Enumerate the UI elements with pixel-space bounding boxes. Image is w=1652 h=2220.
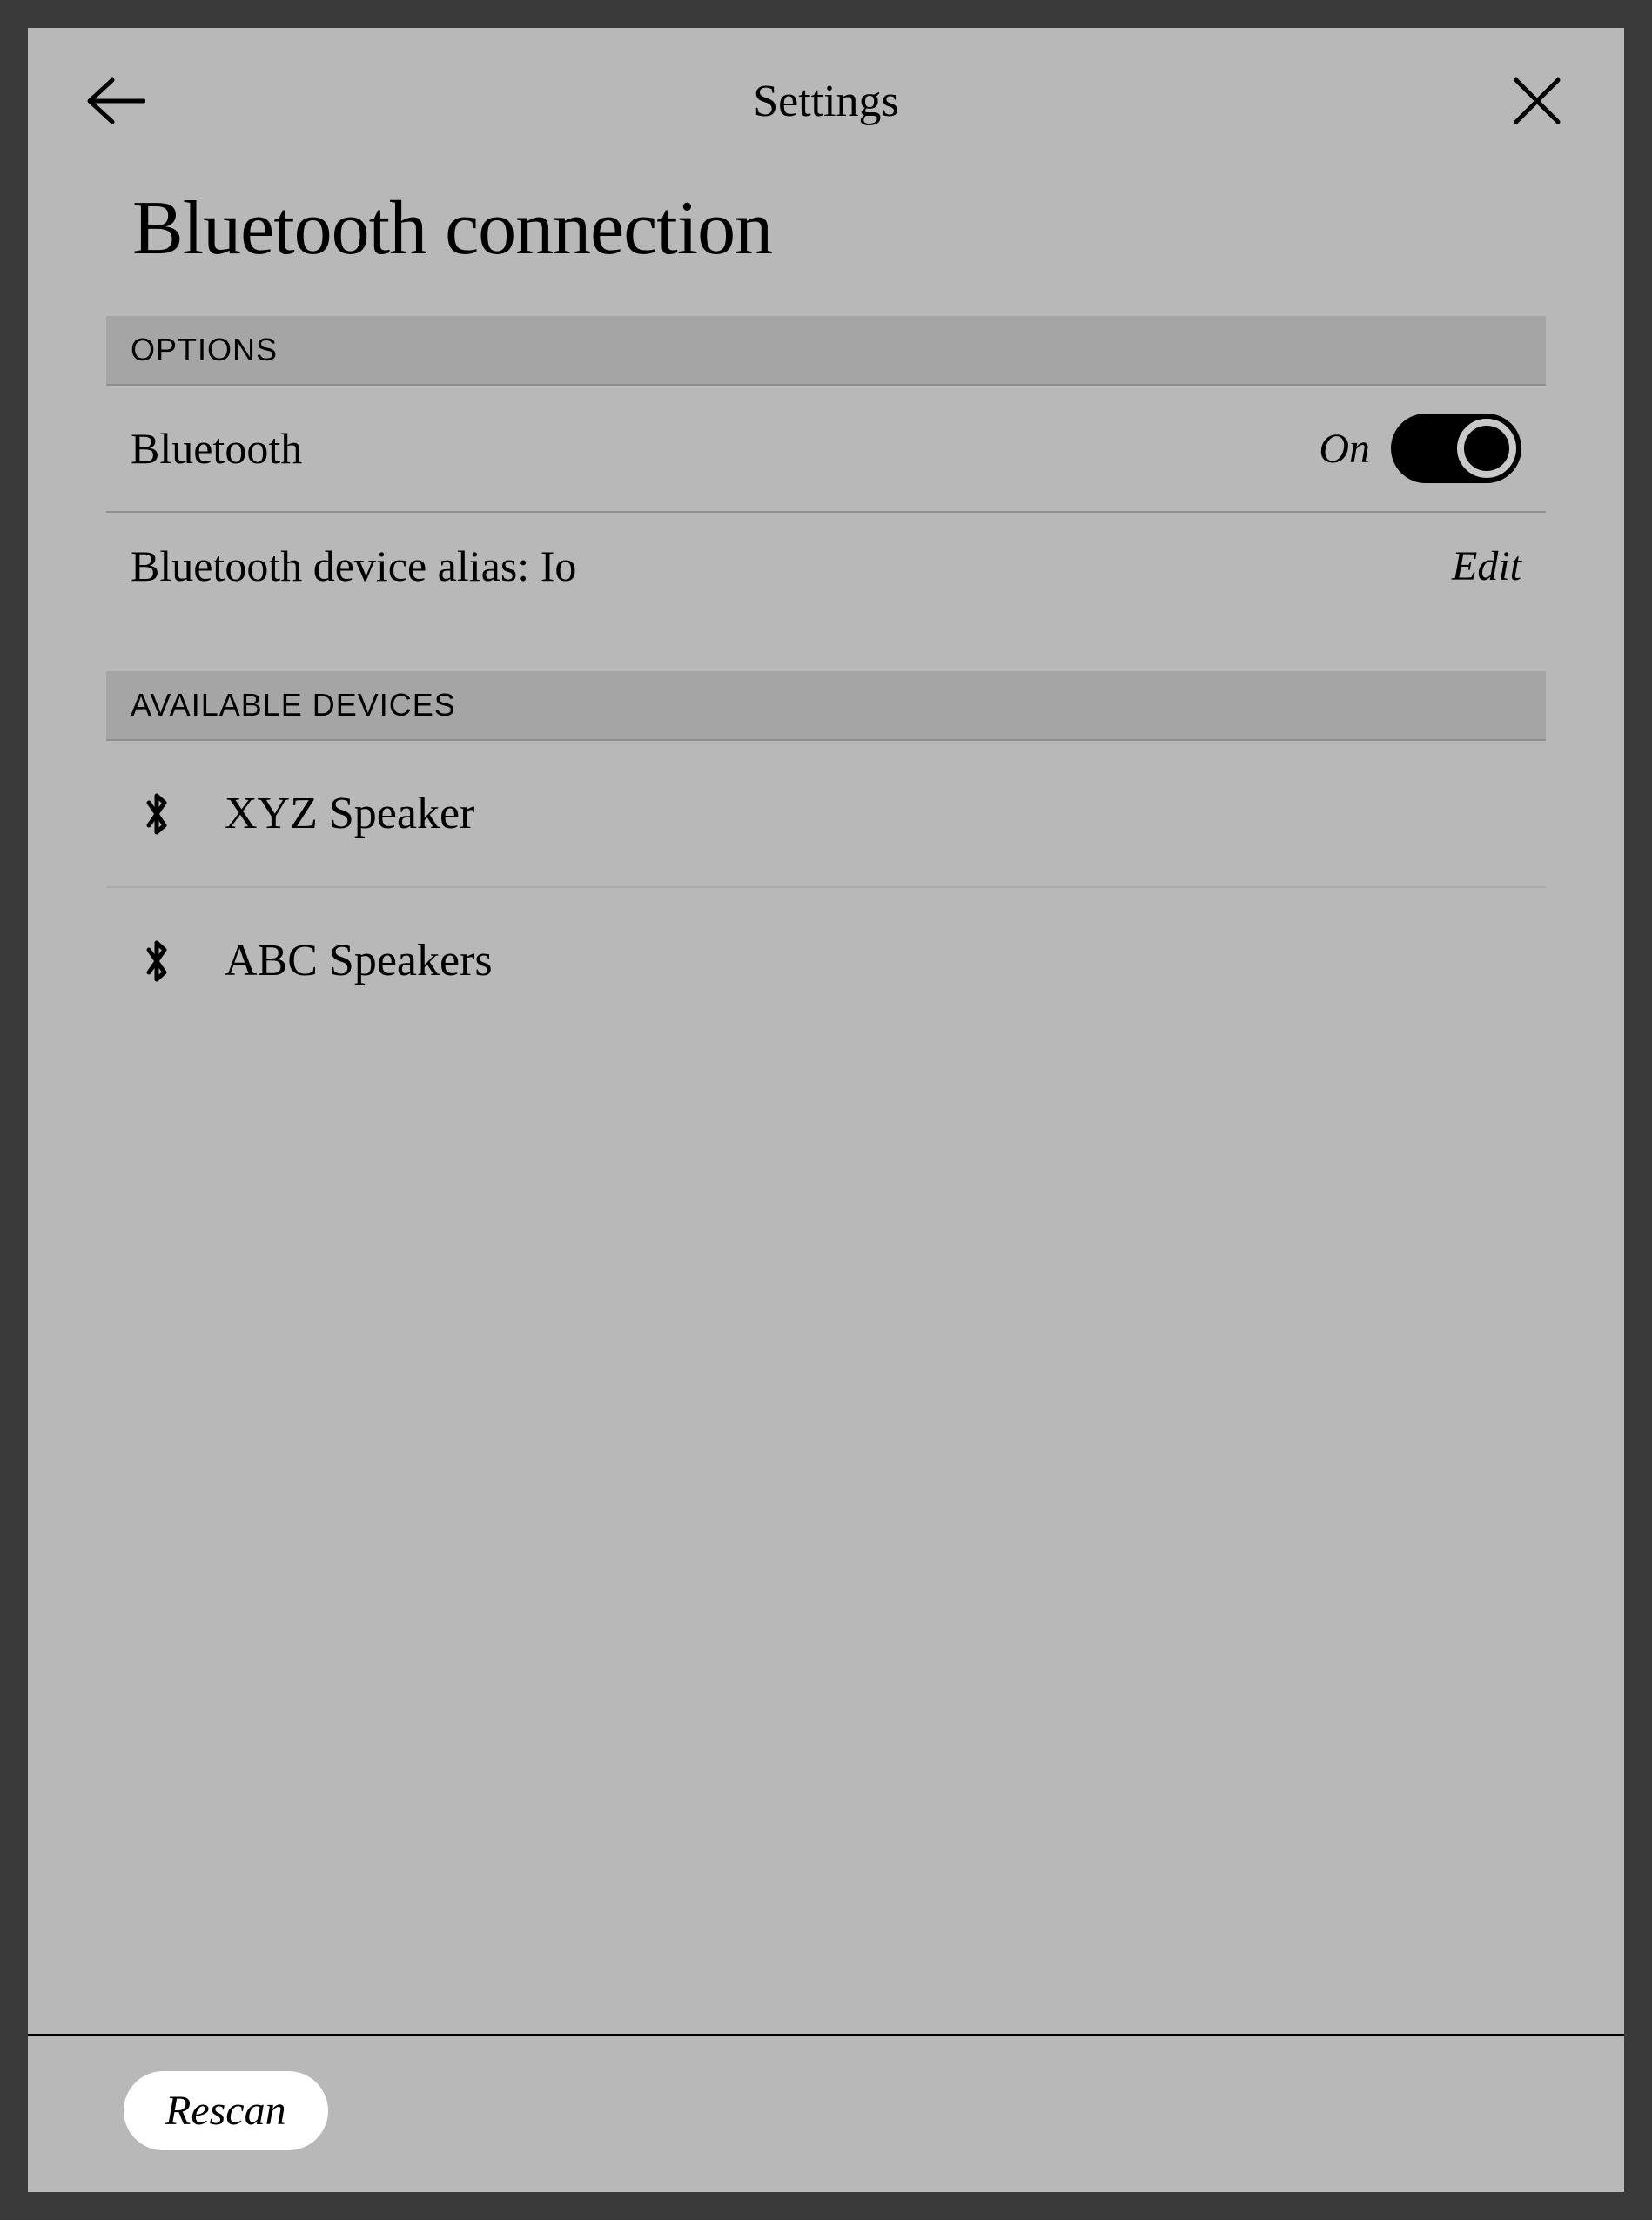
- footer-bar: Rescan: [28, 2034, 1624, 2192]
- bluetooth-icon: [141, 790, 172, 838]
- bluetooth-toggle[interactable]: [1391, 414, 1521, 483]
- available-devices-section: AVAILABLE DEVICES XYZ Speaker: [106, 671, 1546, 1033]
- bluetooth-icon: [141, 937, 172, 986]
- page-title: Bluetooth connection: [28, 167, 1624, 316]
- bluetooth-label: Bluetooth: [131, 423, 302, 474]
- alias-label: Bluetooth device alias: Io: [131, 541, 576, 591]
- header-title: Settings: [150, 76, 1502, 127]
- screen: Settings Bluetooth connection OPTIONS Bl…: [28, 28, 1624, 2192]
- bluetooth-toggle-row: Bluetooth On: [106, 386, 1546, 513]
- device-row[interactable]: XYZ Speaker: [106, 741, 1546, 888]
- close-icon: [1511, 75, 1563, 127]
- rescan-button[interactable]: Rescan: [124, 2071, 328, 2150]
- options-section-header: OPTIONS: [106, 316, 1546, 386]
- device-name: XYZ Speaker: [225, 788, 474, 839]
- alias-row: Bluetooth device alias: Io Edit: [106, 513, 1546, 619]
- bluetooth-state-label: On: [1319, 425, 1370, 473]
- edit-alias-button[interactable]: Edit: [1452, 542, 1521, 590]
- device-row[interactable]: ABC Speakers: [106, 888, 1546, 1033]
- bluetooth-toggle-group: On: [1319, 414, 1521, 483]
- available-devices-header: AVAILABLE DEVICES: [106, 671, 1546, 741]
- header-bar: Settings: [28, 28, 1624, 167]
- device-name: ABC Speakers: [225, 935, 493, 986]
- content-area: OPTIONS Bluetooth On Bluetooth device al…: [28, 316, 1624, 2034]
- back-button[interactable]: [80, 66, 150, 136]
- back-arrow-icon: [84, 75, 145, 127]
- outer-frame: Settings Bluetooth connection OPTIONS Bl…: [0, 0, 1652, 2220]
- close-button[interactable]: [1502, 66, 1572, 136]
- toggle-knob-icon: [1457, 419, 1516, 478]
